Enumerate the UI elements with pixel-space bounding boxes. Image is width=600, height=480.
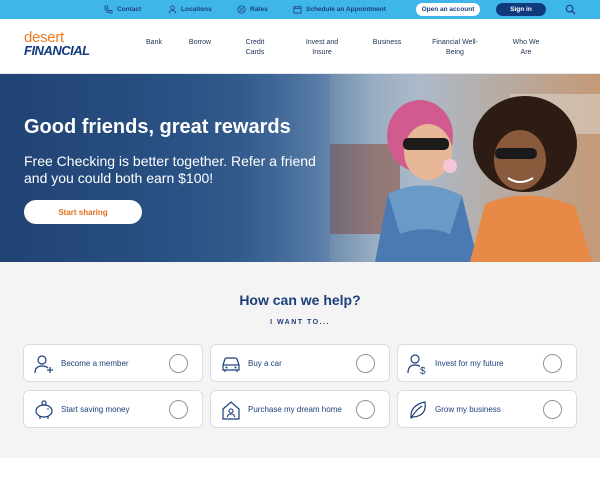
- nav-bank-label: Bank: [146, 39, 162, 46]
- car-icon: [222, 357, 240, 372]
- option-invest-future[interactable]: $ Invest for my future: [397, 344, 577, 382]
- leaf-icon: [410, 401, 426, 419]
- phone-icon: [104, 5, 113, 14]
- hero-subtitle: Free Checking is better together. Refer …: [24, 153, 316, 186]
- option-label: Grow my business: [435, 405, 501, 414]
- person-icon: [168, 5, 177, 14]
- nav-invest-insure[interactable]: Invest and Insure: [296, 38, 348, 58]
- person-dollar-icon: $: [407, 354, 426, 375]
- start-sharing-button[interactable]: Start sharing: [24, 200, 142, 224]
- option-grow-business[interactable]: Grow my business: [397, 390, 577, 428]
- search-icon[interactable]: [565, 4, 576, 15]
- option-buy-car[interactable]: Buy a car: [210, 344, 390, 382]
- nav-borrow-label: Borrow: [188, 39, 212, 46]
- appointment-label: Schedule an Appointment: [306, 6, 386, 13]
- option-label: Invest for my future: [435, 359, 504, 368]
- locations-link[interactable]: Locations: [168, 0, 212, 19]
- option-radio[interactable]: [543, 400, 562, 419]
- nav-who-we-are-label: Who We Are: [512, 39, 540, 56]
- open-account-button[interactable]: Open an account: [416, 3, 480, 16]
- option-purchase-home[interactable]: Purchase my dream home: [210, 390, 390, 428]
- nav-bank[interactable]: Bank: [140, 38, 168, 48]
- contact-link[interactable]: Contact: [104, 0, 141, 19]
- nav-invest-insure-label: Invest and Insure: [305, 39, 339, 56]
- help-kicker: I WANT TO...: [270, 319, 330, 326]
- calendar-icon: [293, 5, 302, 14]
- nav-credit-cards[interactable]: Credit Cards: [237, 38, 273, 58]
- svg-text:$: $: [420, 366, 426, 375]
- appointment-link[interactable]: Schedule an Appointment: [293, 0, 386, 19]
- logo[interactable]: desert FINANCIAL: [24, 29, 104, 63]
- utility-bar: Contact Locations Rates Schedule an Appo…: [0, 0, 600, 19]
- option-label: Start saving money: [61, 405, 130, 414]
- option-radio[interactable]: [169, 400, 188, 419]
- nav-business[interactable]: Business: [366, 38, 408, 48]
- nav-financial-well-being-label: Financial Well- Being: [432, 39, 478, 56]
- help-title: How can we help?: [239, 292, 361, 308]
- sign-in-button[interactable]: Sign in: [496, 3, 546, 16]
- option-radio[interactable]: [356, 400, 375, 419]
- option-label: Buy a car: [248, 359, 282, 368]
- nav-borrow[interactable]: Borrow: [182, 38, 218, 48]
- contact-label: Contact: [117, 6, 142, 13]
- person-add-icon: [34, 355, 53, 374]
- option-radio[interactable]: [356, 354, 375, 373]
- page-bottom: [0, 458, 600, 480]
- nav-credit-cards-label: Credit Cards: [245, 39, 265, 56]
- home-icon: [222, 401, 240, 420]
- option-radio[interactable]: [169, 354, 188, 373]
- option-radio[interactable]: [543, 354, 562, 373]
- hero-title: Good friends, great rewards: [24, 116, 291, 138]
- percent-icon: [237, 5, 246, 14]
- option-start-saving[interactable]: Start saving money: [23, 390, 203, 428]
- option-label: Become a member: [61, 359, 129, 368]
- nav-business-label: Business: [372, 39, 402, 46]
- nav-financial-well-being[interactable]: Financial Well- Being: [423, 38, 487, 58]
- option-become-member[interactable]: Become a member: [23, 344, 203, 382]
- rates-link[interactable]: Rates: [237, 0, 268, 19]
- nav-who-we-are[interactable]: Who We Are: [505, 38, 547, 58]
- piggy-bank-icon: [35, 400, 53, 419]
- locations-label: Locations: [181, 6, 212, 13]
- hero-banner: Good friends, great rewards Free Checkin…: [0, 74, 600, 262]
- logo-financial: FINANCIAL: [24, 43, 90, 58]
- option-label: Purchase my dream home: [248, 405, 342, 414]
- rates-label: Rates: [250, 6, 268, 13]
